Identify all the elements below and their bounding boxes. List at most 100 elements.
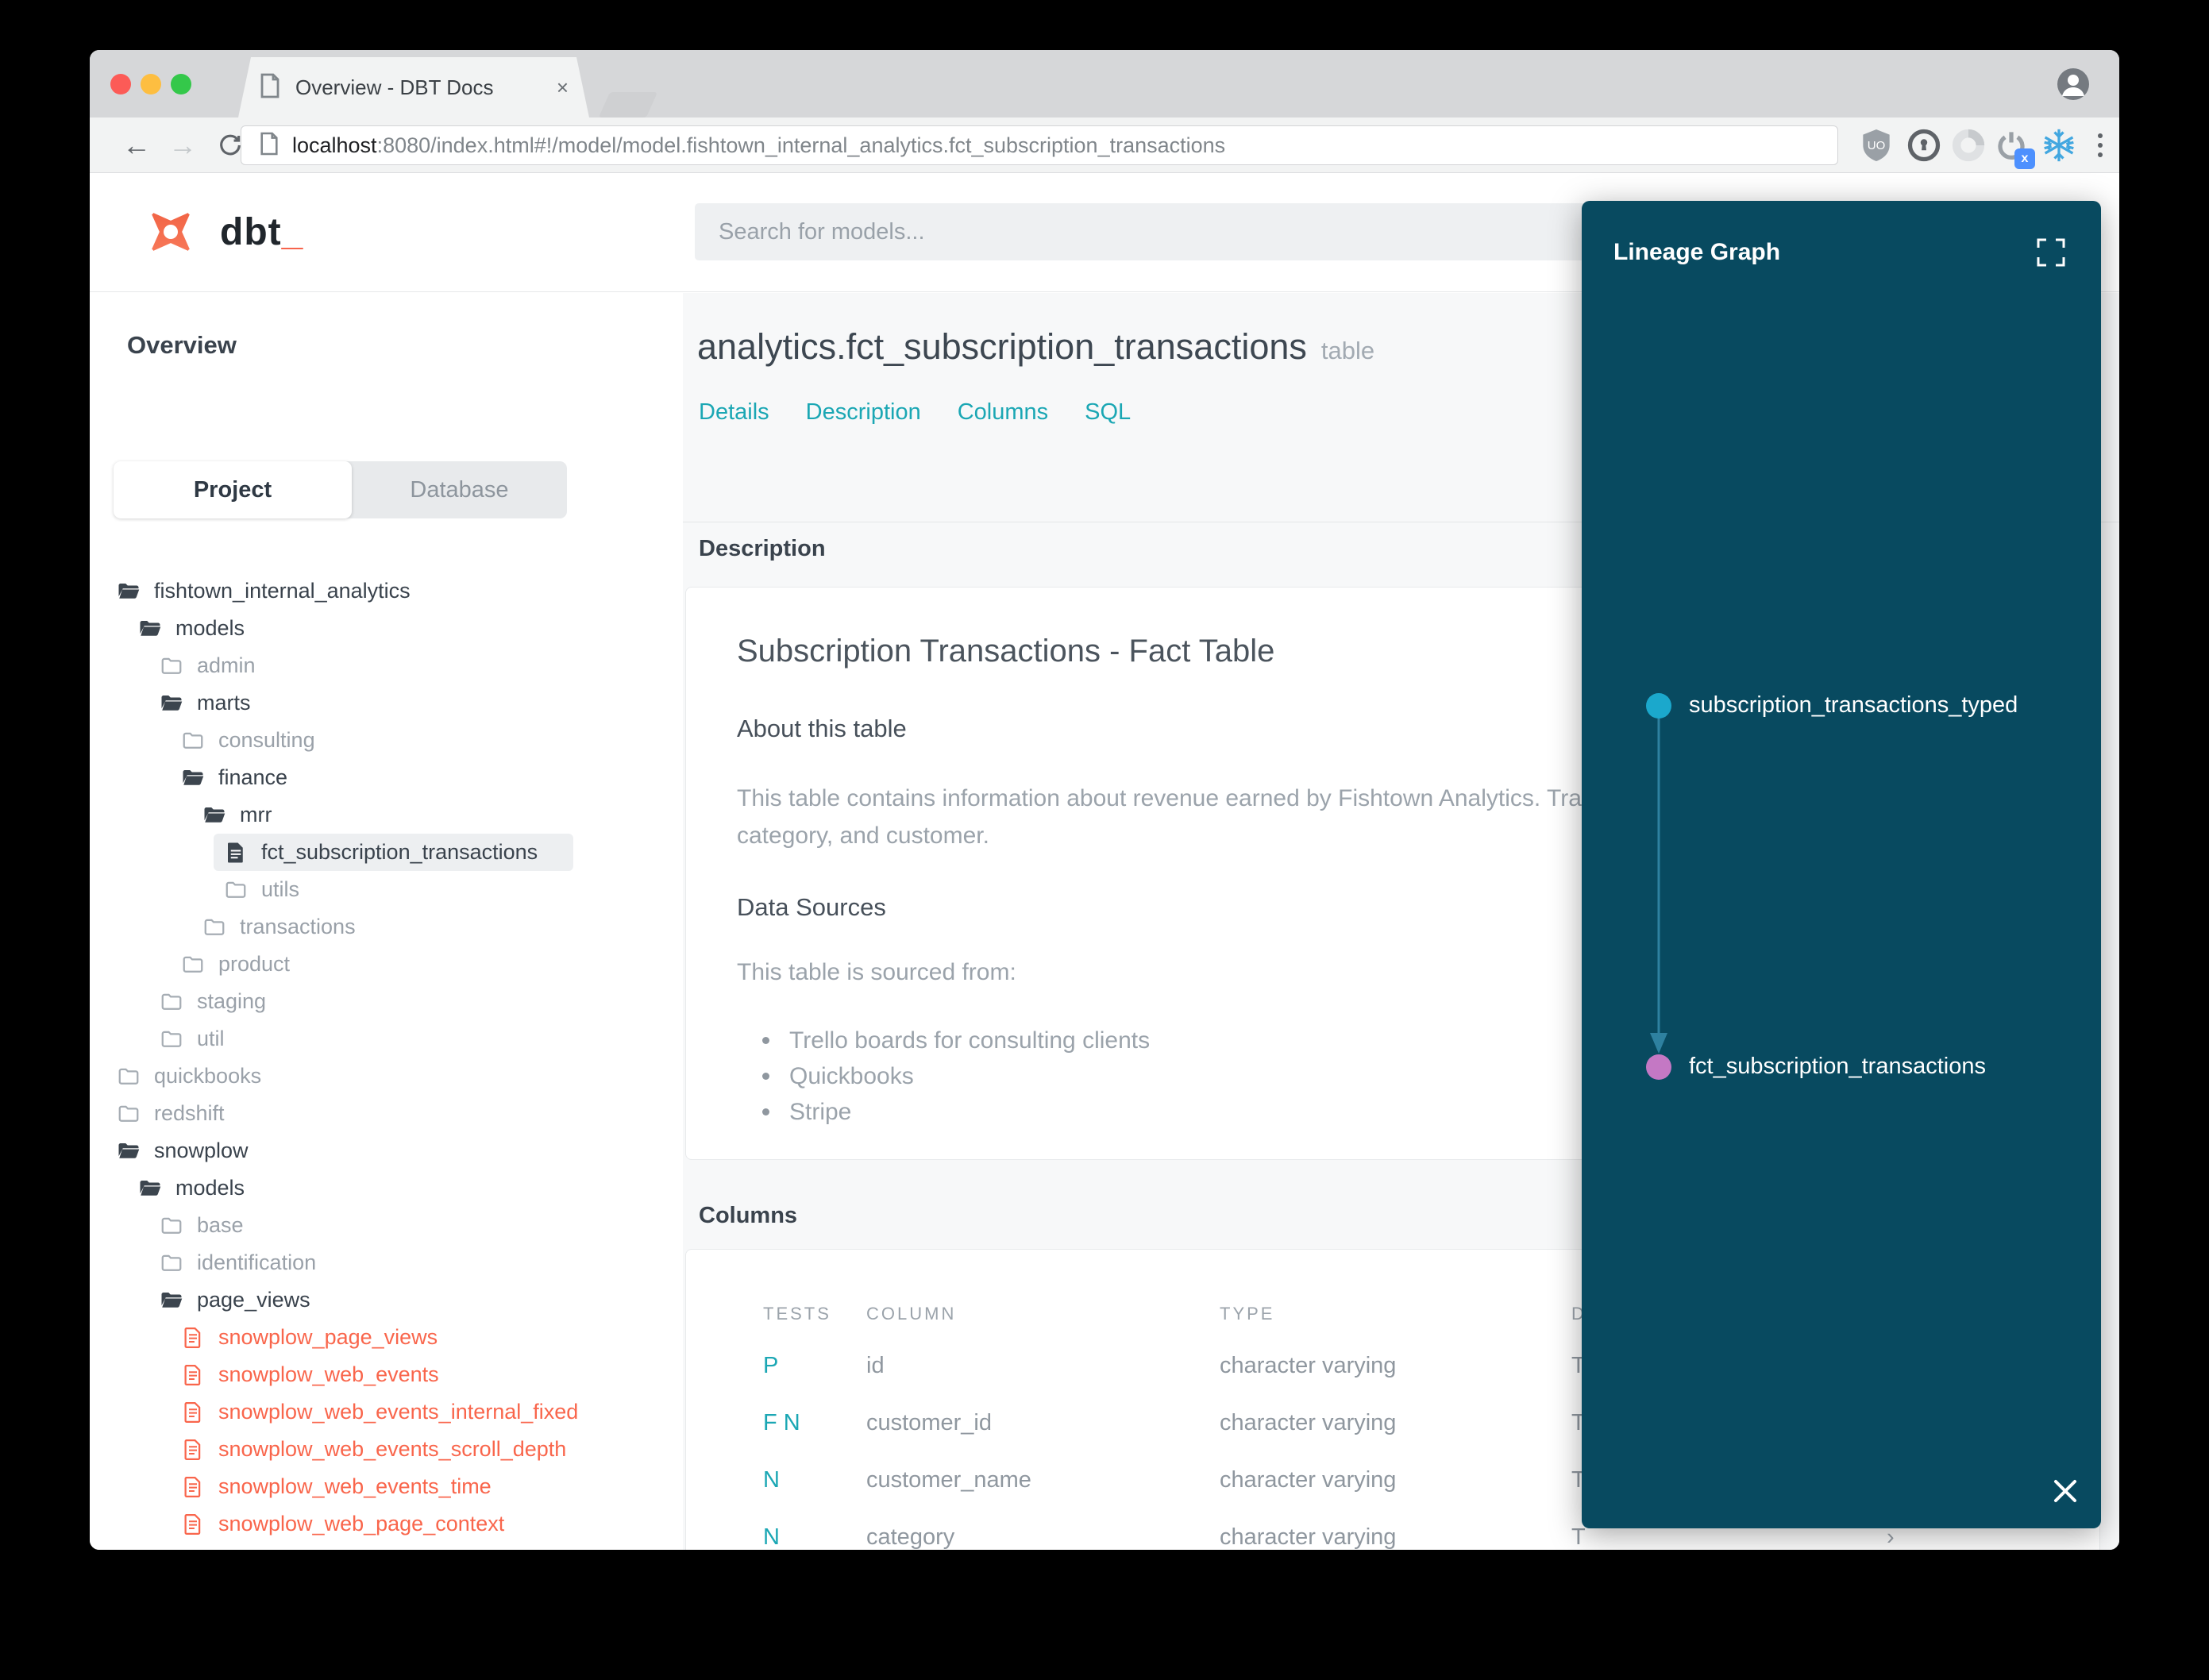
sidebar-item-identification[interactable]: identification (90, 1244, 683, 1281)
sidebar-title: Overview (127, 331, 237, 359)
dbt-logo-icon (148, 209, 194, 255)
sidebar-item-snowplow_web_events[interactable]: snowplow_web_events (90, 1356, 683, 1393)
sidebar-item-mrr[interactable]: mrr (90, 796, 683, 834)
node-dot (1646, 692, 1671, 719)
sidebar-item-label: snowplow_web_events_scroll_depth (218, 1437, 567, 1461)
grey-swirl-extension-icon[interactable] (1951, 128, 1986, 163)
tests-badge: P (763, 1353, 779, 1378)
model-nav-description[interactable]: Description (806, 399, 921, 426)
browser-tab[interactable]: Overview - DBT Docs × (238, 57, 589, 118)
sidebar-item-product[interactable]: product (90, 946, 683, 983)
data-sources-list: Trello boards for consulting clients Quic… (762, 1023, 1150, 1130)
folder-closed-icon (181, 953, 205, 977)
sidebar-item-admin[interactable]: admin (90, 647, 683, 684)
sidebar-item-label: util (197, 1027, 225, 1050)
url-text: localhost:8080/index.html#!/model/model.… (292, 133, 1226, 157)
sidebar: Overview Project Database fishtown_inter… (90, 293, 683, 1550)
file-icon (181, 1475, 205, 1499)
lineage-node-current[interactable]: fct_subscription_transactions (1646, 1054, 1986, 1080)
ublock-extension-icon[interactable]: UO (1859, 128, 1894, 163)
column-type: character varying (1220, 1524, 1397, 1550)
sidebar-item-snowplow[interactable]: snowplow (90, 1132, 683, 1169)
sidebar-item-snowplow_web_events_internal_fixed[interactable]: snowplow_web_events_internal_fixed (90, 1393, 683, 1431)
about-text: This table contains information about re… (737, 785, 1607, 849)
sidebar-item-staging[interactable]: staging (90, 983, 683, 1020)
power-extension-icon[interactable]: x (1994, 128, 2035, 169)
sidebar-item-consulting[interactable]: consulting (90, 722, 683, 759)
zoom-window-button[interactable] (171, 74, 191, 94)
model-nav-columns[interactable]: Columns (958, 399, 1048, 426)
sidebar-item-marts[interactable]: marts (90, 684, 683, 722)
screenshot-background: Overview - DBT Docs × ← → localhost:8080… (0, 0, 2209, 1680)
folder-open-icon (160, 692, 183, 715)
data-source-item: Trello boards for consulting clients (762, 1023, 1150, 1058)
browser-menu-icon[interactable] (2083, 128, 2118, 163)
sidebar-item-fct_subscription_transactions[interactable]: fct_subscription_transactions (90, 834, 683, 871)
model-nav-details[interactable]: Details (699, 399, 769, 426)
sidebar-item-quickbooks[interactable]: quickbooks (90, 1058, 683, 1095)
folder-open-icon (160, 1289, 183, 1312)
fullscreen-icon[interactable] (2036, 237, 2066, 268)
sidebar-item-label: admin (197, 653, 256, 677)
forward-button[interactable]: → (166, 129, 199, 162)
file-icon (181, 1438, 205, 1462)
sidebar-item-snowplow_page_views[interactable]: snowplow_page_views (90, 1319, 683, 1356)
sidebar-item-label: snowplow_web_events_internal_fixed (218, 1400, 579, 1424)
dbt-logo[interactable]: dbt _ (139, 200, 303, 264)
snowflake-extension-icon[interactable] (2041, 128, 2076, 163)
folder-closed-icon (117, 1102, 141, 1126)
sidebar-item-util[interactable]: util (90, 1020, 683, 1058)
column-type: character varying (1220, 1467, 1397, 1493)
sidebar-item-redshift[interactable]: redshift (90, 1095, 683, 1132)
sidebar-item-snowplow_web_events_time[interactable]: snowplow_web_events_time (90, 1468, 683, 1505)
close-icon[interactable] (2050, 1476, 2080, 1506)
tab-project[interactable]: Project (114, 461, 352, 518)
sidebar-item-base[interactable]: base (90, 1207, 683, 1244)
sidebar-item-label: finance (218, 765, 288, 789)
search-input[interactable] (695, 203, 1592, 260)
data-source-item: Quickbooks (762, 1058, 1150, 1094)
folder-open-icon (202, 803, 226, 827)
node-label: fct_subscription_transactions (1689, 1054, 1986, 1079)
col-header-tests: TESTS (763, 1304, 831, 1324)
sidebar-item-snowplow_web_events_scroll_depth[interactable]: snowplow_web_events_scroll_depth (90, 1431, 683, 1468)
model-nav: Details Description Columns SQL (699, 399, 1131, 426)
browser-profile-avatar[interactable] (2056, 67, 2091, 102)
new-tab-button[interactable] (598, 92, 658, 118)
lineage-edge (1650, 717, 1667, 1054)
sidebar-item-page_views[interactable]: page_views (90, 1281, 683, 1319)
data-sources-intro: This table is sourced from: (737, 959, 1016, 985)
lineage-node-upstream[interactable]: subscription_transactions_typed (1646, 692, 2018, 719)
sidebar-item-label: snowplow_web_page_context (218, 1512, 505, 1536)
sidebar-item-label: identification (197, 1250, 317, 1274)
doc-title: Subscription Transactions - Fact Table (737, 634, 1275, 669)
back-button[interactable]: ← (120, 129, 153, 162)
node-label: subscription_transactions_typed (1689, 692, 2018, 718)
project-database-toggle: Project Database (114, 461, 567, 518)
sidebar-item-label: consulting (218, 728, 315, 752)
column-name: customer_name (866, 1467, 1031, 1493)
sidebar-item-label: snowplow_page_views (218, 1325, 438, 1349)
tab-close-icon[interactable]: × (557, 75, 569, 100)
sidebar-item-models[interactable]: models (90, 1169, 683, 1207)
sidebar-item-label: quickbooks (154, 1064, 262, 1088)
minimize-window-button[interactable] (141, 74, 161, 94)
sidebar-item-transactions[interactable]: transactions (90, 908, 683, 946)
close-window-button[interactable] (110, 74, 131, 94)
onepassword-extension-icon[interactable] (1906, 128, 1941, 163)
sidebar-item-utils[interactable]: utils (90, 871, 683, 908)
address-bar[interactable]: localhost:8080/index.html#!/model/model.… (241, 125, 1838, 165)
sidebar-item-finance[interactable]: finance (90, 759, 683, 796)
file-icon (181, 1363, 205, 1387)
sidebar-item-snowplow_web_page_context[interactable]: snowplow_web_page_context (90, 1505, 683, 1543)
browser-toolbar: ← → localhost:8080/index.html#!/model/mo… (90, 118, 2119, 173)
sidebar-item-fishtown_internal_analytics[interactable]: fishtown_internal_analytics (90, 572, 683, 610)
column-description: T (1571, 1524, 1586, 1550)
tests-badge: F N (763, 1410, 800, 1435)
page-icon (259, 73, 281, 102)
col-header-column: COLUMN (866, 1304, 957, 1324)
model-nav-sql[interactable]: SQL (1085, 399, 1131, 426)
sidebar-item-models[interactable]: models (90, 610, 683, 647)
tab-database[interactable]: Database (352, 461, 567, 518)
folder-closed-icon (160, 1251, 183, 1275)
